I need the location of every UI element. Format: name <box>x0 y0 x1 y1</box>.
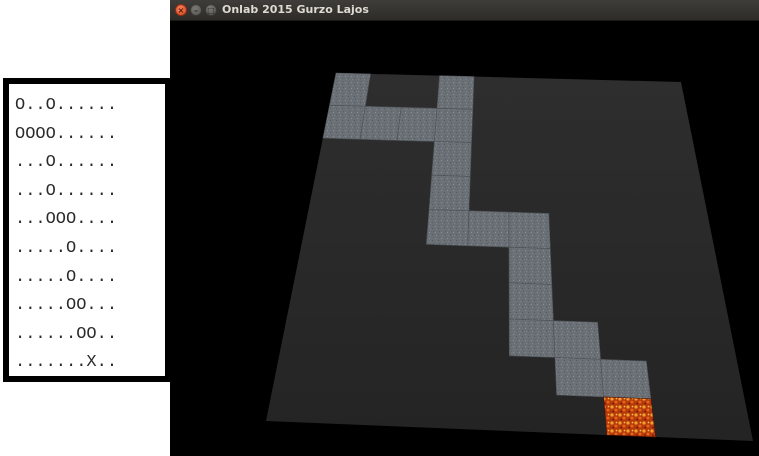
scene-3d <box>266 72 753 441</box>
ascii-map: O..O...... OOOO...... ...O...... ...O......… <box>15 92 117 378</box>
minimize-button[interactable]: – <box>190 4 202 16</box>
stone-path-tile <box>508 246 553 285</box>
ascii-map-row: ...O...... <box>15 181 118 201</box>
lava-goal-tile <box>603 396 656 438</box>
ascii-map-row: ...O...... <box>15 153 118 173</box>
stone-path-tile <box>600 358 652 400</box>
app-window: × – □ Onlab 2015 Gurzo Lajos <box>170 0 759 456</box>
ascii-map-row: .....O.... <box>15 267 118 287</box>
close-button[interactable]: × <box>175 4 187 16</box>
ascii-map-panel: O..O...... OOOO...... ...O...... ...O......… <box>3 78 171 382</box>
stone-path-tile <box>434 107 474 143</box>
title-bar[interactable]: × – □ Onlab 2015 Gurzo Lajos <box>170 0 759 21</box>
stone-path-tile <box>554 357 605 398</box>
ascii-map-row: ......OO.. <box>15 324 118 344</box>
stone-path-tile <box>329 72 371 107</box>
stone-path-tile <box>359 105 402 141</box>
stone-path-tile <box>428 174 471 212</box>
stone-path-tile <box>431 141 472 177</box>
window-title: Onlab 2015 Gurzo Lajos <box>222 3 369 16</box>
maximize-button[interactable]: □ <box>205 4 217 16</box>
stone-path-tile <box>508 211 551 249</box>
stone-path-tile <box>322 104 366 140</box>
stone-path-tile <box>396 106 438 142</box>
ascii-map-row: .....OO... <box>15 296 118 316</box>
stone-path-tile <box>553 320 601 360</box>
ascii-map-row: .....O.... <box>15 238 118 258</box>
stone-path-tile <box>508 282 554 322</box>
ascii-map-row: O..O...... <box>15 96 118 115</box>
ascii-map-row: .......X.. <box>15 353 118 373</box>
stone-path-tile <box>425 209 470 247</box>
ascii-map-row: ...OOO.... <box>15 210 118 230</box>
stone-path-tile <box>508 318 556 358</box>
game-viewport[interactable] <box>170 21 759 456</box>
ascii-map-row: OOOO...... <box>15 124 118 144</box>
stone-path-tile <box>436 75 475 110</box>
stone-path-tile <box>467 210 510 248</box>
